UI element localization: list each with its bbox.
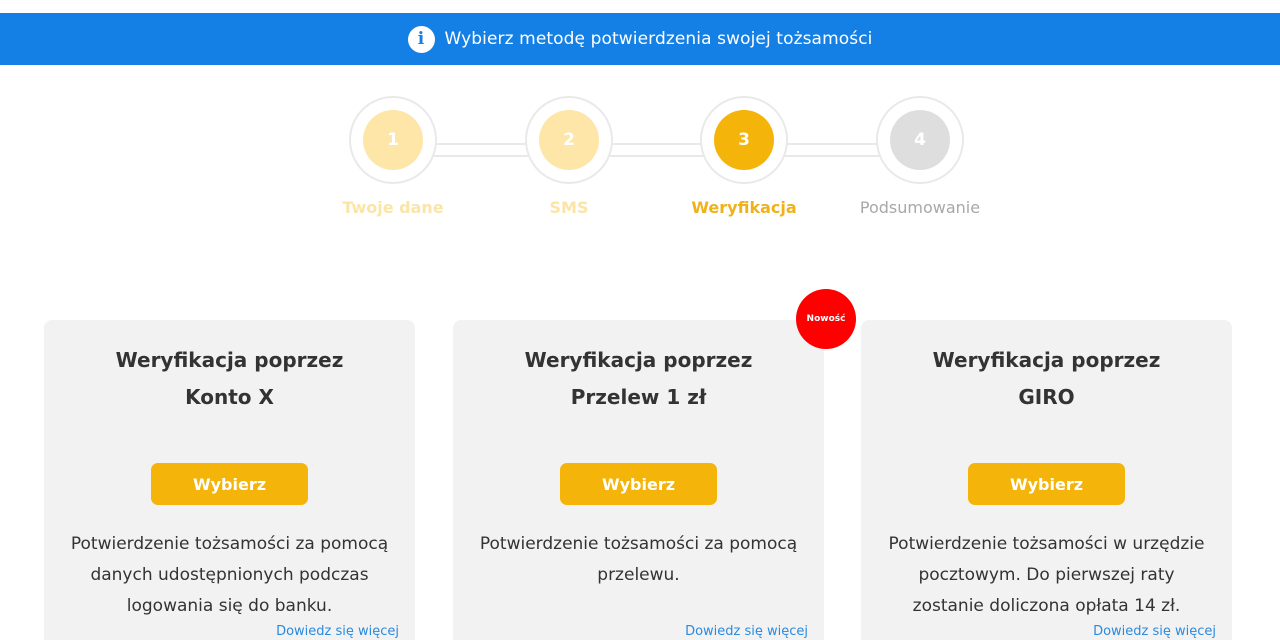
step-number: 4 <box>890 110 950 170</box>
choose-przelew-button[interactable]: Wybierz <box>560 463 717 505</box>
step-number: 1 <box>363 110 423 170</box>
step-ring: 2 <box>525 96 613 184</box>
step-ring: 4 <box>876 96 964 184</box>
step-label: SMS <box>549 198 589 217</box>
step-number: 3 <box>714 110 774 170</box>
card-title-line1: Weryfikacja poprzez <box>524 348 753 372</box>
card-description: Potwierdzenie tożsamości za pomocą przel… <box>479 534 798 585</box>
step-3: 3 Weryfikacja <box>669 96 819 217</box>
card-title-line2: GIRO <box>1018 385 1075 409</box>
card-title-line2: Konto X <box>185 385 274 409</box>
banner-text: Wybierz metodę potwierdzenia swojej tożs… <box>444 29 873 49</box>
verification-page: i Wybierz metodę potwierdzenia swojej to… <box>0 0 1280 640</box>
step-label: Twoje dane <box>342 198 444 217</box>
card-title: Weryfikacja poprzez GIRO <box>861 342 1232 416</box>
choose-konto-x-button[interactable]: Wybierz <box>151 463 308 505</box>
info-icon: i <box>407 25 435 53</box>
card-konto-x: Weryfikacja poprzez Konto X Wybierz Potw… <box>44 320 415 640</box>
card-przelew: Weryfikacja poprzez Przelew 1 zł Wybierz… <box>453 320 824 640</box>
card-title-line1: Weryfikacja poprzez <box>115 348 344 372</box>
step-ring: 3 <box>700 96 788 184</box>
step-1: 1 Twoje dane <box>318 96 468 217</box>
card-description: Potwierdzenie tożsamości w urzędzie pocz… <box>888 534 1205 616</box>
step-label: Podsumowanie <box>859 198 981 217</box>
card-title: Weryfikacja poprzez Przelew 1 zł <box>453 342 824 416</box>
learn-more-link[interactable]: Dowiedz się więcej <box>685 624 808 639</box>
learn-more-link[interactable]: Dowiedz się więcej <box>276 624 399 639</box>
step-2: 2 SMS <box>494 96 644 217</box>
card-title-line2: Przelew 1 zł <box>570 385 707 409</box>
choose-giro-button[interactable]: Wybierz <box>968 463 1125 505</box>
card-title-line1: Weryfikacja poprzez <box>932 348 1161 372</box>
card-title: Weryfikacja poprzez Konto X <box>44 342 415 416</box>
step-label: Weryfikacja <box>691 198 797 217</box>
step-ring: 1 <box>349 96 437 184</box>
info-banner: i Wybierz metodę potwierdzenia swojej to… <box>0 13 1280 65</box>
card-description: Potwierdzenie tożsamości za pomocą danyc… <box>70 534 389 616</box>
learn-more-link[interactable]: Dowiedz się więcej <box>1093 624 1216 639</box>
step-4: 4 Podsumowanie <box>845 96 995 217</box>
card-giro: Weryfikacja poprzez GIRO Wybierz Potwier… <box>861 320 1232 640</box>
new-badge: Nowość <box>796 289 856 349</box>
step-number: 2 <box>539 110 599 170</box>
